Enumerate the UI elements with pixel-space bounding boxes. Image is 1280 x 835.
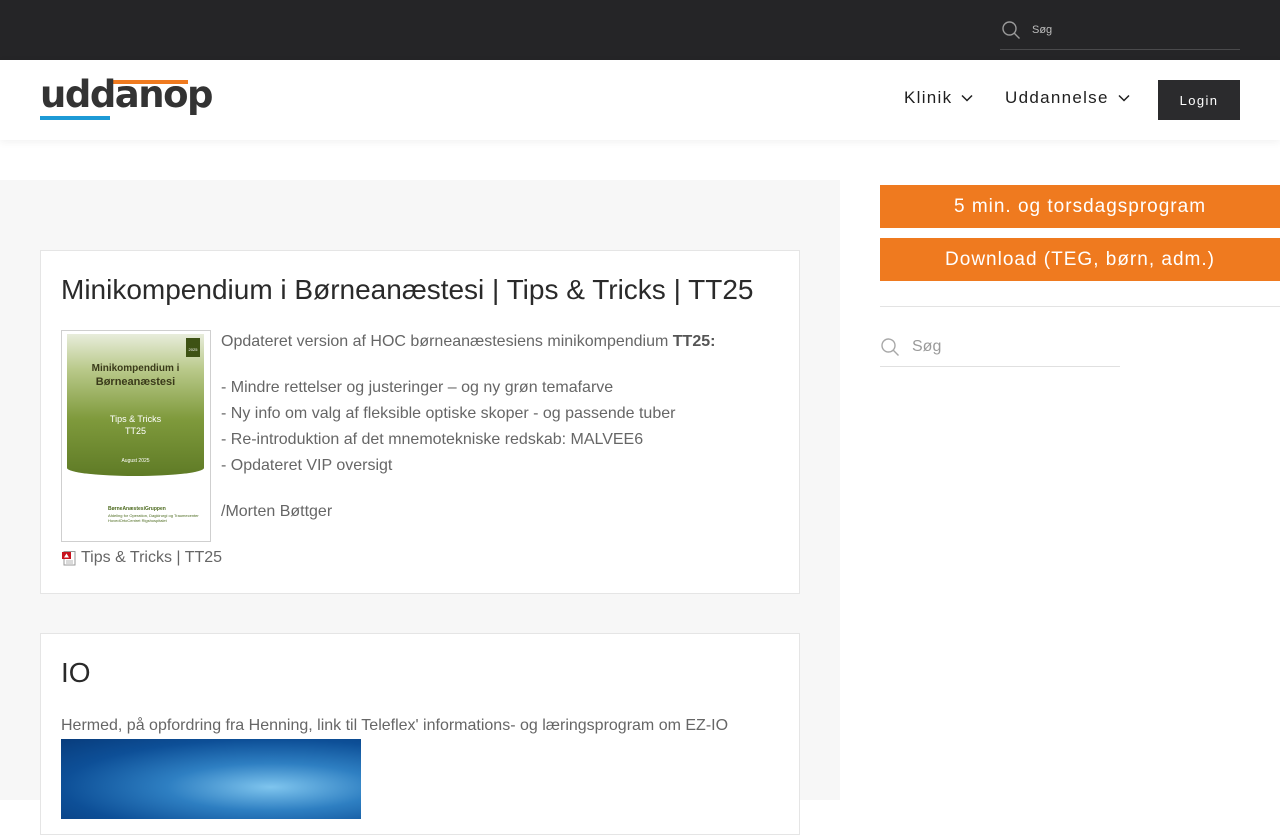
post-signature: /Morten Bøttger [221, 503, 333, 520]
post-card: Minikompendium i Børneanæstesi | Tips & … [40, 250, 800, 594]
site-logo[interactable]: uddanop [40, 74, 214, 122]
logo-blue-bar [40, 116, 110, 120]
cover-org: BørneAnæstesiGruppen [108, 506, 166, 512]
post-intro-text: Opdateret version af HOC børneanæstesien… [221, 333, 673, 350]
sidebar-search-box[interactable] [880, 328, 1120, 367]
post-bullet: - Re-introduktion af det mnemotekniske r… [221, 431, 644, 448]
search-icon[interactable] [1001, 20, 1021, 40]
top-search-input[interactable] [1032, 23, 1222, 36]
program-button[interactable]: 5 min. og torsdagsprogram [880, 185, 1280, 228]
search-icon[interactable] [880, 337, 900, 357]
post-intro-bold: TT25: [672, 333, 716, 350]
sidebar-divider [880, 306, 1280, 307]
compendium-cover-image[interactable]: 2025 Minikompendium i Børneanæstesi Tips… [61, 330, 211, 542]
cover-line: TT25 [124, 426, 146, 436]
pdf-icon [62, 551, 76, 566]
post-intro: Opdateret version af HOC børneanæstesien… [221, 333, 715, 351]
login-button[interactable]: Login [1158, 80, 1240, 120]
post-bullet: - Opdateret VIP oversigt [221, 457, 393, 474]
cover-sub: Afdeling for Operation, Dagkirurgi og Tr… [108, 513, 199, 523]
cover-line: Minikompendium i [91, 363, 180, 374]
io-anatomy-image[interactable] [61, 739, 361, 819]
post-title[interactable]: Minikompendium i Børneanæstesi | Tips & … [61, 274, 753, 306]
post-bullet: - Ny info om valg af fleksible optiske s… [221, 405, 676, 422]
sidebar-search-input[interactable] [912, 338, 1112, 356]
chevron-down-icon [961, 94, 973, 102]
pdf-attachment-link[interactable]: Tips & Tricks | TT25 [61, 549, 222, 567]
post-bullet: - Mindre rettelser og justeringer – og n… [221, 379, 614, 396]
post-card: IO Hermed, på opfordring fra Henning, li… [40, 633, 800, 835]
chevron-down-icon [1118, 94, 1130, 102]
top-bar [0, 0, 1280, 60]
top-search-box[interactable] [1000, 10, 1240, 50]
cover-badge: 2025 [186, 338, 200, 357]
cover-line: Tips & Tricks [109, 414, 162, 424]
nav-item-label: Klinik [904, 88, 953, 107]
cover-date: August 2025 [121, 458, 150, 464]
nav-item-uddannelse[interactable]: Uddannelse [1005, 88, 1130, 108]
nav-item-label: Uddannelse [1005, 88, 1109, 107]
logo-text: uddanop [40, 73, 214, 116]
download-button[interactable]: Download (TEG, børn, adm.) [880, 238, 1280, 281]
post-text: Hermed, på opfordring fra Henning, link … [61, 717, 729, 734]
nav-item-klinik[interactable]: Klinik [904, 88, 973, 108]
pdf-attachment-label: Tips & Tricks | TT25 [81, 549, 223, 566]
cover-line: Børneanæstesi [95, 376, 176, 388]
post-title[interactable]: IO [61, 657, 91, 689]
cover-gradient: 2025 Minikompendium i Børneanæstesi Tips… [67, 334, 204, 476]
